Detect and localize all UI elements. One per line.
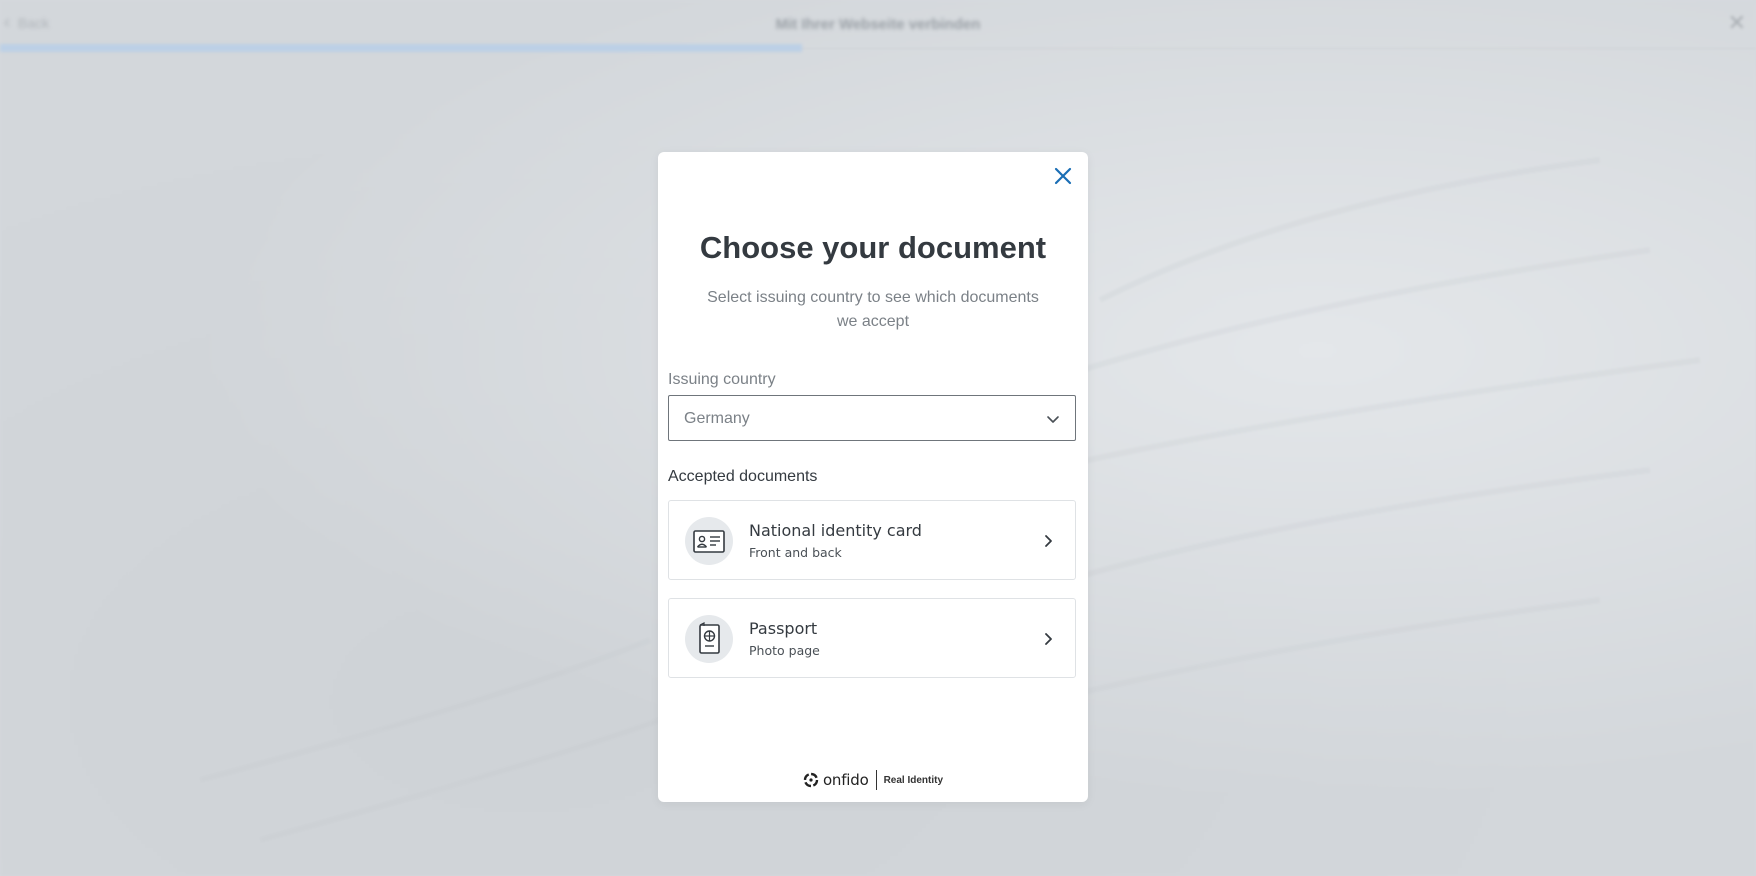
modal-subtitle: Select issuing country to see which docu… (707, 289, 1039, 330)
document-option-national-id[interactable]: National identity card Front and back (668, 500, 1076, 580)
close-button[interactable] (1050, 163, 1076, 189)
document-option-subtitle: Front and back (749, 545, 842, 560)
passport-icon-container (685, 615, 733, 663)
passport-icon (699, 622, 720, 654)
document-option-title: National identity card (749, 521, 922, 540)
document-option-passport[interactable]: Passport Photo page (668, 598, 1076, 678)
chevron-right-icon (1045, 633, 1052, 645)
onfido-logo-icon (803, 772, 819, 788)
id-card-icon-container (685, 517, 733, 565)
onfido-branding: onfido Real Identity (803, 770, 943, 790)
background-close-icon: ✕ (1727, 10, 1746, 35)
footer-divider (875, 770, 877, 790)
chevron-down-icon (1047, 416, 1059, 423)
issuing-country-label: Issuing country (668, 371, 776, 388)
id-card-icon (693, 530, 725, 553)
document-option-subtitle: Photo page (749, 643, 820, 658)
footer-tagline: Real Identity (883, 774, 944, 786)
background-progress-bar (0, 44, 803, 52)
close-icon (1054, 167, 1072, 185)
modal-title: Choose your document (699, 230, 1047, 265)
document-option-title: Passport (749, 619, 818, 638)
onfido-wordmark: onfido (822, 771, 869, 789)
accepted-documents-label: Accepted documents (668, 468, 818, 485)
background-title: Mit Ihrer Webseite verbinden (775, 16, 981, 33)
footer: onfido Real Identity (658, 770, 1088, 790)
chevron-right-icon (1045, 535, 1052, 547)
issuing-country-select[interactable]: Germany (668, 395, 1076, 441)
issuing-country-value: Germany (684, 410, 750, 427)
document-selection-modal: Choose your document Select issuing coun… (658, 152, 1088, 802)
